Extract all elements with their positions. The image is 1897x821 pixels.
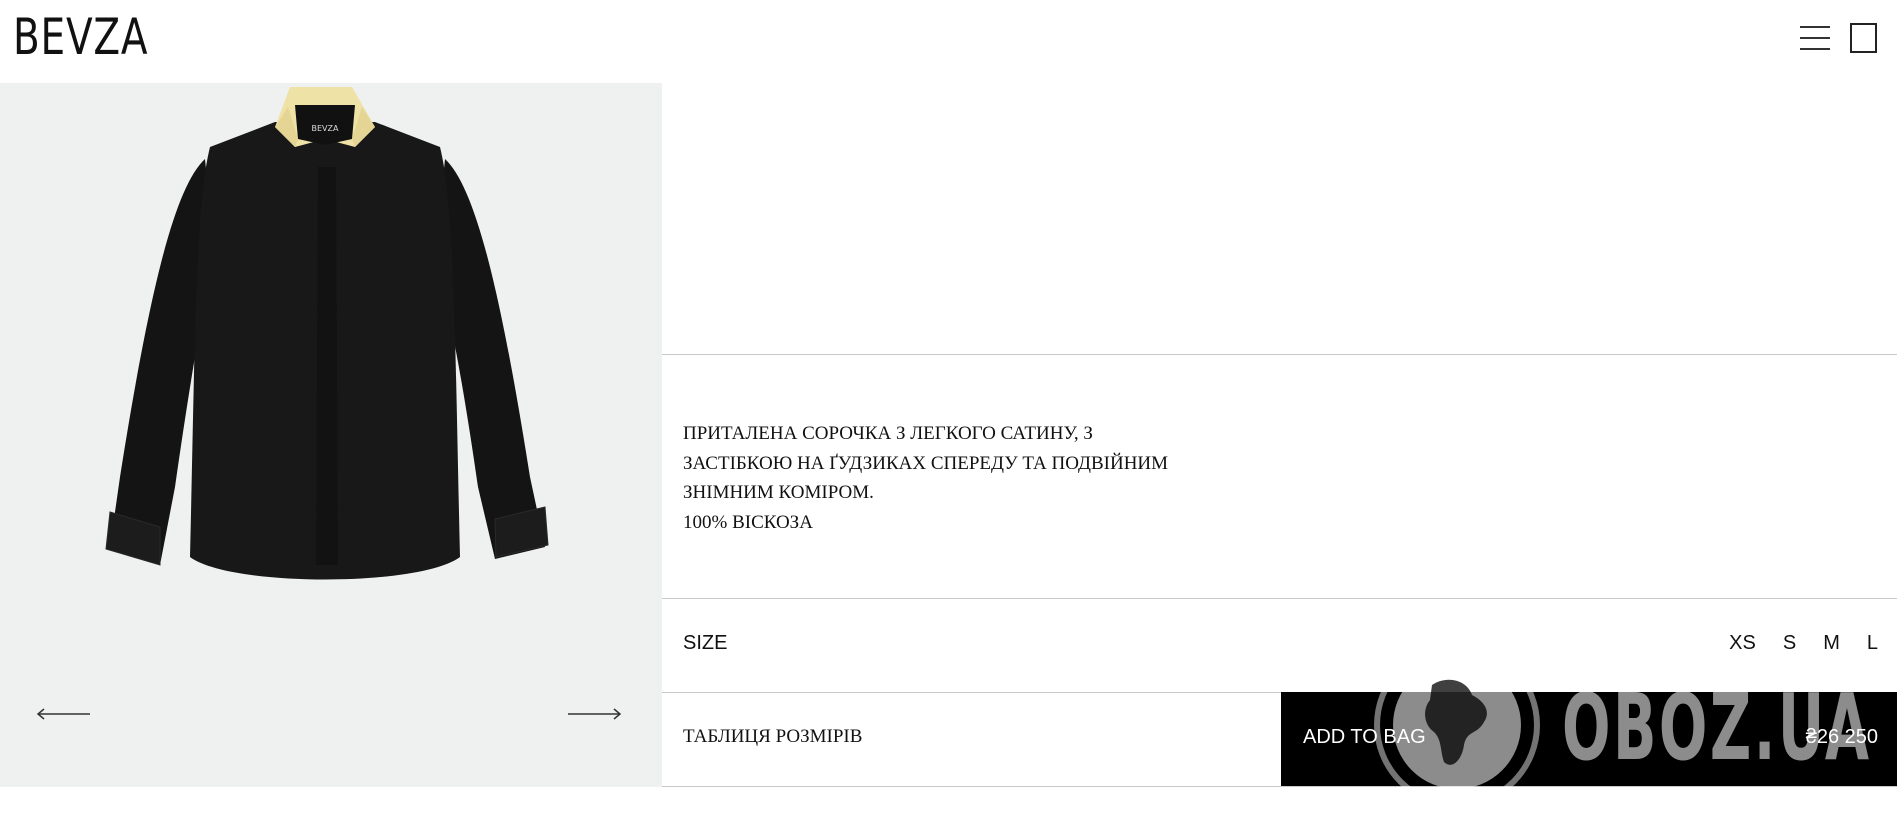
composition-line: 100% ВІСКОЗА: [683, 511, 813, 533]
divider: [662, 354, 1897, 355]
add-to-bag-button[interactable]: ADD TO BAG ₴26 250: [1281, 692, 1897, 786]
size-selector: XS S M L: [1702, 632, 1878, 655]
arrow-left-icon[interactable]: [36, 707, 90, 721]
size-option-xs[interactable]: XS: [1729, 632, 1756, 655]
shopping-bag-icon[interactable]: [1850, 23, 1877, 53]
product-price: ₴26 250: [1805, 726, 1878, 748]
size-label: SIZE: [683, 632, 728, 654]
description-line: ЗНІМНИМ КОМІРОМ.: [683, 482, 874, 503]
product-image: BEVZA: [105, 87, 549, 580]
divider: [662, 598, 1897, 599]
product-gallery: BEVZA: [0, 83, 662, 787]
description-line: ПРИТАЛЕНА СОРОЧКА З ЛЕГКОГО САТИНУ, З: [683, 423, 1093, 444]
product-description: ПРИТАЛЕНА СОРОЧКА З ЛЕГКОГО САТИНУ, З ЗА…: [683, 419, 1243, 537]
size-option-s[interactable]: S: [1783, 632, 1796, 655]
size-option-l[interactable]: L: [1867, 632, 1878, 655]
size-option-m[interactable]: M: [1823, 632, 1840, 655]
add-to-bag-label: ADD TO BAG: [1303, 726, 1426, 748]
divider: [662, 786, 1897, 787]
arrow-right-icon[interactable]: [568, 707, 622, 721]
brand-logo[interactable]: BEVZA: [13, 7, 148, 67]
label-logo-text: BEVZA: [312, 124, 339, 133]
size-table-link[interactable]: ТАБЛИЦЯ РОЗМІРІВ: [683, 726, 862, 748]
site-header: BEVZA: [0, 0, 1897, 83]
description-line: ЗАСТІБКОЮ НА ҐУДЗИКАХ СПЕРЕДУ ТА ПОДВІЙН…: [683, 452, 1169, 474]
hamburger-menu-icon[interactable]: [1800, 24, 1830, 52]
